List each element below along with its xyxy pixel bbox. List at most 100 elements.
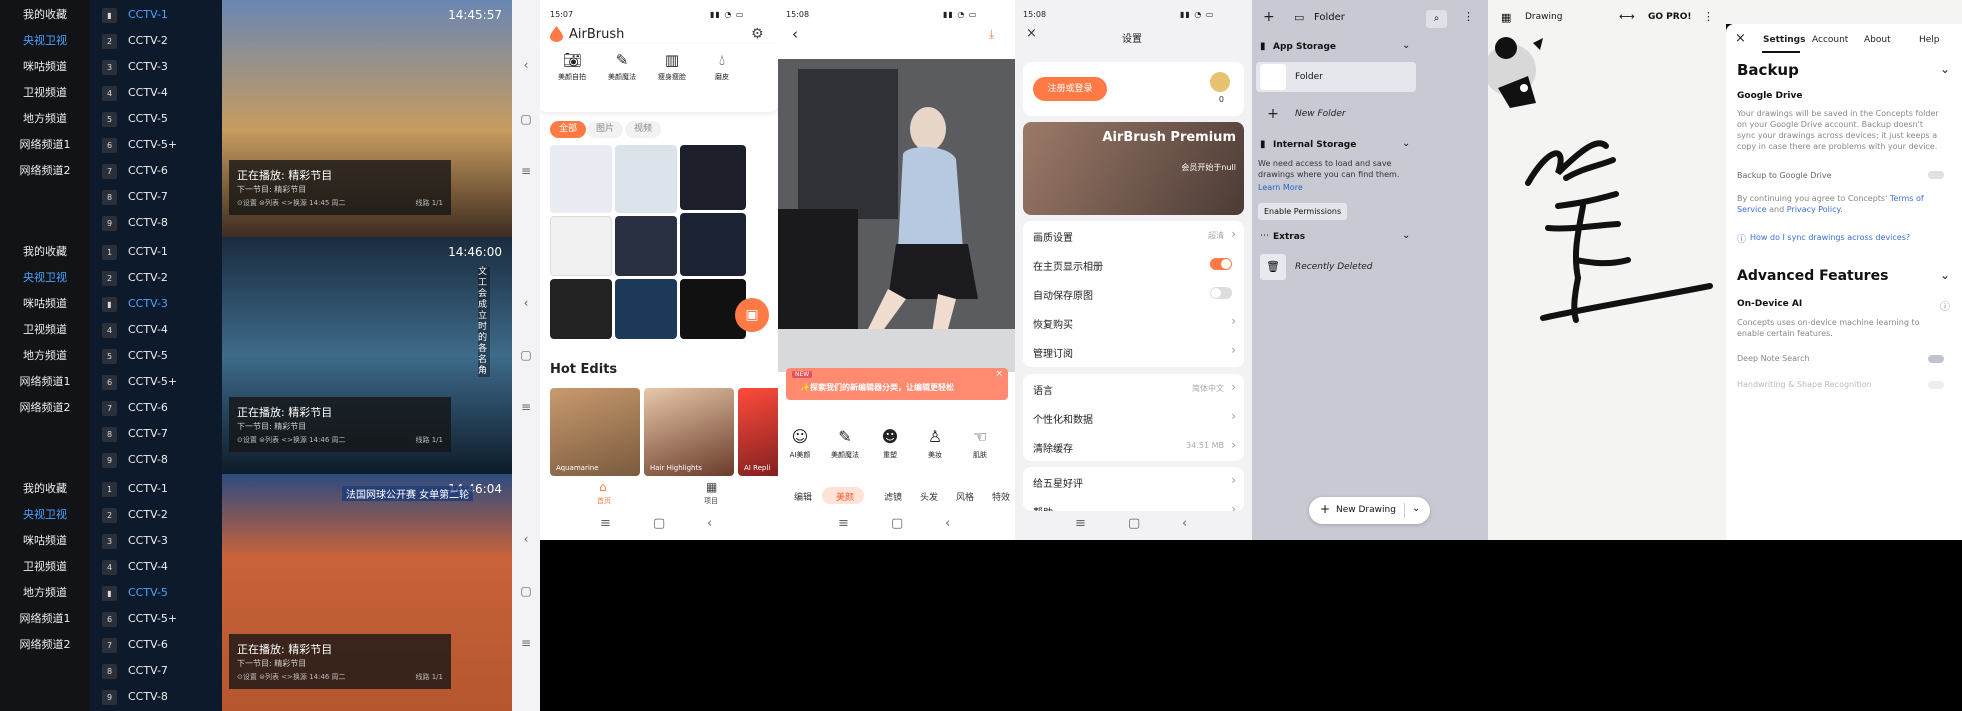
- category-item[interactable]: 地方频道: [0, 106, 90, 132]
- chevron-down-icon[interactable]: ⌄: [1940, 268, 1950, 282]
- drawing-canvas[interactable]: ▦ Drawing ⟷ GO PRO! ⋮: [1488, 0, 1726, 540]
- square-icon[interactable]: ▢: [519, 348, 533, 362]
- row-clear-cache[interactable]: 清除缓存 34.51 MB ›: [1023, 432, 1244, 461]
- gear-icon[interactable]: ⚙: [751, 26, 764, 42]
- category-item[interactable]: 卫视频道: [0, 317, 90, 343]
- category-item[interactable]: 央视卫视: [0, 28, 90, 54]
- tool-magic[interactable]: ✎ 美颜魔法: [827, 428, 863, 460]
- square-icon[interactable]: ▢: [519, 112, 533, 126]
- tool-ai-beauty[interactable]: ☺︎ AI美颜: [782, 428, 818, 460]
- add-icon[interactable]: +: [1263, 9, 1275, 25]
- category-item[interactable]: 咪咕频道: [0, 54, 90, 80]
- channel-item[interactable]: ▮ CCTV-1: [90, 2, 222, 28]
- category-item[interactable]: 网络频道1: [0, 606, 90, 632]
- back-icon[interactable]: ‹: [519, 532, 533, 546]
- tool-magic[interactable]: ✎ 美颜魔法: [597, 52, 647, 82]
- photo-canvas[interactable]: [778, 59, 1015, 372]
- channel-item[interactable]: 6 CCTV-5+: [90, 132, 222, 158]
- tab-about[interactable]: About: [1864, 35, 1891, 45]
- row-rate[interactable]: 给五星好评 ›: [1023, 467, 1244, 496]
- premium-card[interactable]: AirBrush Premium 会员开始于null: [1023, 122, 1244, 215]
- tool-reshape[interactable]: ☻ 重塑: [872, 428, 908, 460]
- row-restore[interactable]: 恢复购买 ›: [1023, 308, 1244, 337]
- more-vertical-icon[interactable]: ⋮: [1463, 10, 1474, 23]
- new-editor-banner[interactable]: NEW ✨探索我们的新编辑器分类，让编辑更轻松 ×: [786, 368, 1008, 400]
- hot-edit-card[interactable]: Hair Highlights: [644, 388, 734, 476]
- channel-item[interactable]: 3 CCTV-3: [90, 528, 222, 554]
- square-icon[interactable]: ▢: [519, 584, 533, 598]
- channel-item[interactable]: 5 CCTV-5: [90, 106, 222, 132]
- nav-back-icon[interactable]: ‹: [1182, 516, 1187, 531]
- channel-item[interactable]: 3 CCTV-3: [90, 54, 222, 80]
- row-help[interactable]: 帮助 ›: [1023, 496, 1244, 511]
- channel-item[interactable]: 4 CCTV-4: [90, 317, 222, 343]
- category-item[interactable]: 央视卫视: [0, 502, 90, 528]
- template-thumb[interactable]: [615, 216, 677, 276]
- nav-home-square-icon[interactable]: ▢: [891, 516, 903, 531]
- channel-item[interactable]: 1 CCTV-1: [90, 239, 222, 265]
- category-item[interactable]: 央视卫视: [0, 265, 90, 291]
- back-icon[interactable]: ‹: [519, 58, 533, 72]
- nav-back-icon[interactable]: ‹: [707, 516, 712, 531]
- category-item[interactable]: 咪咕频道: [0, 528, 90, 554]
- tab-hair[interactable]: 头发: [920, 490, 938, 503]
- channel-item[interactable]: ▮ CCTV-3: [90, 291, 222, 317]
- channel-item[interactable]: ▮ CCTV-5: [90, 580, 222, 606]
- nav-menu-icon[interactable]: ≡: [838, 516, 849, 531]
- category-item[interactable]: 咪咕频道: [0, 291, 90, 317]
- channel-item[interactable]: 1 CCTV-1: [90, 476, 222, 502]
- nav-projects-label[interactable]: 项目: [704, 496, 718, 506]
- chevron-down-icon[interactable]: ⌄: [1402, 40, 1410, 51]
- channel-item[interactable]: 5 CCTV-5: [90, 343, 222, 369]
- channel-item[interactable]: 6 CCTV-5+: [90, 369, 222, 395]
- chevron-down-icon[interactable]: ⌄: [1940, 62, 1950, 76]
- tool-skin[interactable]: ☜ 肌肤: [962, 428, 998, 460]
- category-item[interactable]: 网络频道1: [0, 369, 90, 395]
- new-folder-item[interactable]: + New Folder: [1256, 99, 1420, 129]
- channel-item[interactable]: 8 CCTV-7: [90, 658, 222, 684]
- chevron-down-icon[interactable]: ⌄: [1402, 230, 1410, 241]
- home-icon[interactable]: ⌂: [599, 480, 607, 494]
- template-thumb[interactable]: [615, 145, 677, 213]
- nav-home-square-icon[interactable]: ▢: [653, 516, 665, 531]
- channel-item[interactable]: 8 CCTV-7: [90, 184, 222, 210]
- close-icon[interactable]: ×: [995, 369, 1003, 379]
- row-subscription[interactable]: 管理订阅 ›: [1023, 337, 1244, 366]
- channel-item[interactable]: 4 CCTV-4: [90, 80, 222, 106]
- chevron-down-icon[interactable]: ⌄: [1402, 138, 1410, 149]
- category-item[interactable]: 卫视频道: [0, 554, 90, 580]
- resize-icon[interactable]: ⟷: [1619, 10, 1635, 23]
- edit-fab-icon[interactable]: ▣: [735, 298, 769, 332]
- tab-effects[interactable]: 特效: [992, 490, 1010, 503]
- channel-item[interactable]: 9 CCTV-8: [90, 447, 222, 473]
- category-item[interactable]: 地方频道: [0, 343, 90, 369]
- toggle-on[interactable]: [1210, 258, 1232, 270]
- row-language[interactable]: 语言 简体中文 ›: [1023, 374, 1244, 403]
- new-drawing-button[interactable]: + New Drawing ⌄: [1309, 497, 1430, 524]
- back-icon[interactable]: ‹: [792, 25, 798, 43]
- filter-videos[interactable]: 视频: [625, 121, 662, 138]
- channel-item[interactable]: 8 CCTV-7: [90, 421, 222, 447]
- channel-item[interactable]: 4 CCTV-4: [90, 554, 222, 580]
- deep-note-toggle[interactable]: [1928, 355, 1944, 363]
- close-icon[interactable]: ×: [1735, 31, 1746, 46]
- template-thumb[interactable]: [680, 213, 746, 276]
- channel-item[interactable]: 2 CCTV-2: [90, 502, 222, 528]
- hot-edit-card[interactable]: Aquamarine: [550, 388, 640, 476]
- nav-home-square-icon[interactable]: ▢: [1128, 516, 1140, 531]
- nav-back-icon[interactable]: ‹: [945, 516, 950, 531]
- login-button[interactable]: 注册或登录: [1033, 77, 1107, 101]
- tool-smooth[interactable]: 💧︎ 磨皮: [697, 52, 747, 82]
- category-item[interactable]: 网络频道2: [0, 632, 90, 658]
- row-quality[interactable]: 画质设置 超清 ›: [1023, 221, 1244, 250]
- sync-help-link[interactable]: How do I sync drawings across devices?: [1750, 233, 1910, 242]
- more-vertical-icon[interactable]: ⋮: [1703, 10, 1714, 23]
- recently-deleted-item[interactable]: 🗑︎ Recently Deleted: [1256, 252, 1420, 282]
- channel-item[interactable]: 2 CCTV-2: [90, 28, 222, 54]
- channel-item[interactable]: 7 CCTV-6: [90, 632, 222, 658]
- tab-filters[interactable]: 滤镜: [884, 490, 902, 503]
- row-auto-save[interactable]: 自动保存原图: [1023, 279, 1244, 308]
- learn-more-link[interactable]: Learn More: [1258, 183, 1303, 192]
- tool-slim[interactable]: ▥ 瘦身瘦脸: [647, 52, 697, 82]
- backup-toggle[interactable]: [1928, 171, 1944, 179]
